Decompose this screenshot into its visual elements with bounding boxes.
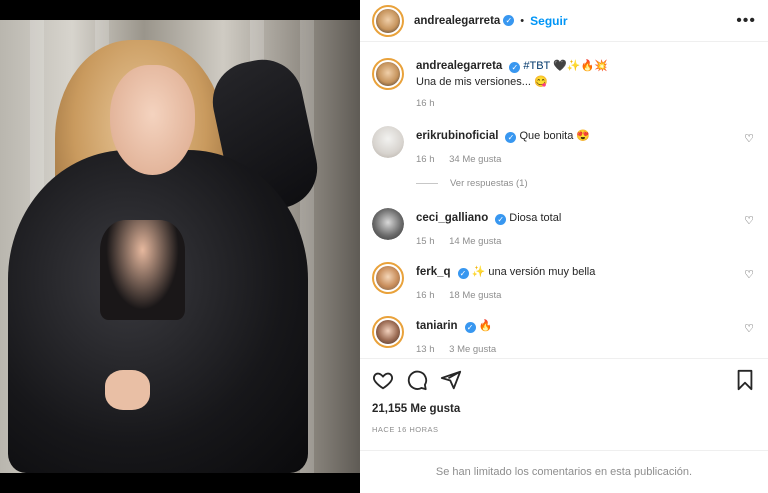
verified-badge-icon: ✓ (503, 15, 515, 26)
bookmark-icon[interactable] (734, 369, 756, 391)
verified-badge-icon: ✓ (457, 268, 469, 279)
post-header: andrealegarreta ✓ • Seguir ••• (360, 0, 768, 42)
comment-like-heart-icon[interactable]: ♡ (744, 322, 754, 335)
post-media-panel (0, 0, 360, 493)
view-replies-link[interactable]: Ver respuestas (1) (416, 178, 528, 189)
comment-row: ferk_q ✓ ✨ una versión muy bella 16 h 18 … (372, 262, 756, 301)
verified-badge-icon: ✓ (509, 62, 521, 73)
comment-row: ceci_galliano ✓ Diosa total 15 h 14 Me gu… (372, 208, 756, 247)
verified-badge-icon: ✓ (505, 132, 517, 143)
hashtag-link[interactable]: #TBT (523, 60, 550, 72)
comment-text: Que bonita 😍 (519, 130, 591, 142)
caption-time[interactable]: 16 h (416, 98, 435, 109)
comment-likes[interactable]: 34 Me gusta (449, 154, 501, 165)
comment-row: erikrubinoficial ✓ Que bonita 😍 16 h 34 M… (372, 126, 756, 165)
commenter-avatar[interactable] (372, 208, 404, 240)
caption-emojis: 🖤✨🔥💥 (553, 60, 608, 72)
caption-username[interactable]: andrealegarreta (416, 60, 502, 72)
author-username[interactable]: andrealegarreta (414, 15, 500, 27)
comment-row: taniarin ✓ 🔥 13 h 3 Me gusta ♡ (372, 316, 756, 355)
comment-username[interactable]: ceci_galliano (416, 212, 488, 224)
separator-dot: • (520, 14, 525, 27)
comment-username[interactable]: erikrubinoficial (416, 130, 498, 142)
commenter-avatar[interactable] (372, 262, 404, 294)
comment-likes[interactable]: 18 Me gusta (449, 290, 501, 301)
comment-text: ✨ una versión muy bella (471, 266, 596, 278)
commenter-avatar[interactable] (372, 316, 404, 348)
author-avatar[interactable] (372, 58, 404, 90)
comment-time[interactable]: 16 h (416, 290, 435, 301)
comments-list[interactable]: andrealegarreta ✓ #TBT 🖤✨🔥💥 Una de mis ve… (360, 48, 768, 358)
comment-username[interactable]: ferk_q (416, 266, 451, 278)
comment-time[interactable]: 15 h (416, 236, 435, 247)
comment-likes[interactable]: 14 Me gusta (449, 236, 501, 247)
follow-button[interactable]: Seguir (530, 14, 567, 28)
action-buttons (372, 369, 756, 391)
replies-divider (416, 183, 438, 184)
verified-badge-icon: ✓ (495, 214, 507, 225)
comment-like-heart-icon[interactable]: ♡ (744, 214, 754, 227)
comment-time[interactable]: 13 h (416, 344, 435, 355)
comment-text: Diosa total (509, 212, 562, 224)
caption-row: andrealegarreta ✓ #TBT 🖤✨🔥💥 Una de mis ve… (372, 58, 756, 109)
heart-icon[interactable] (372, 369, 394, 391)
post-photo[interactable] (0, 20, 360, 473)
comment-like-heart-icon[interactable]: ♡ (744, 132, 754, 145)
comment-icon[interactable] (406, 369, 428, 391)
commenter-avatar[interactable] (372, 126, 404, 158)
view-replies-label: Ver respuestas (1) (450, 178, 528, 189)
comment-text: 🔥 (478, 320, 493, 332)
comment-time[interactable]: 16 h (416, 154, 435, 165)
more-options-icon[interactable]: ••• (736, 12, 756, 28)
share-icon[interactable] (440, 369, 462, 391)
verified-badge-icon: ✓ (464, 322, 476, 333)
comments-limited-notice: Se han limitado los comentarios en esta … (360, 450, 768, 493)
comment-likes[interactable]: 3 Me gusta (449, 344, 496, 355)
likes-count[interactable]: 21,155 Me gusta (372, 403, 756, 415)
author-avatar[interactable] (372, 4, 404, 37)
comment-like-heart-icon[interactable]: ♡ (744, 268, 754, 281)
caption-text: Una de mis versiones... 😋 (416, 76, 548, 88)
post-timestamp[interactable]: HACE 16 HORAS (372, 425, 756, 434)
post-details-panel: andrealegarreta ✓ • Seguir ••• andrealeg… (360, 0, 768, 493)
post-actions-section: 21,155 Me gusta HACE 16 HORAS (360, 358, 768, 434)
comment-username[interactable]: taniarin (416, 320, 458, 332)
